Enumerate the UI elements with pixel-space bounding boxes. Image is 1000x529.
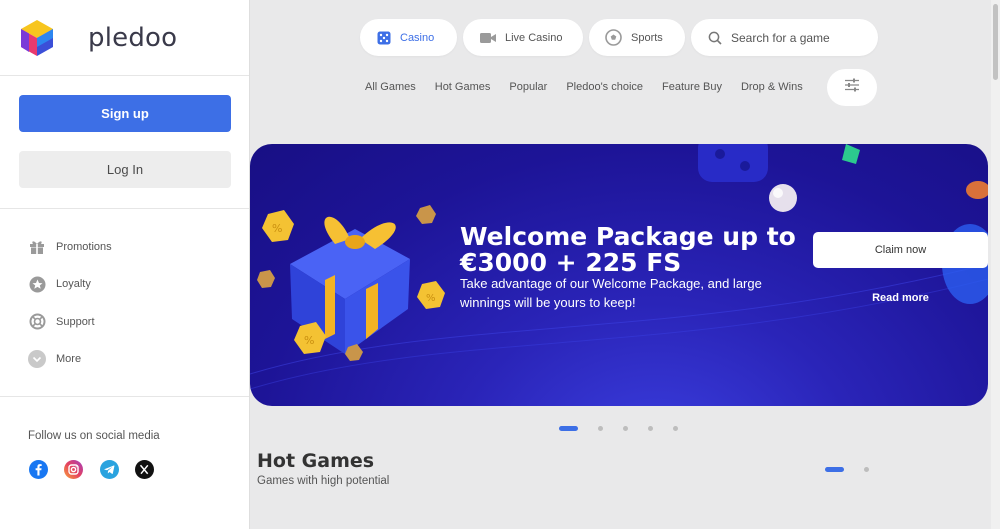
sidebar-item-support[interactable]: Support	[28, 303, 249, 341]
banner-carousel-dots	[559, 426, 698, 431]
auth-section: Sign up Log In	[0, 76, 249, 209]
sidebar-item-more[interactable]: More	[28, 341, 249, 379]
pledoo-logo-icon	[21, 19, 53, 56]
sidebar-item-label: Promotions	[56, 240, 112, 253]
lifebuoy-icon	[28, 313, 46, 331]
banner-title: Welcome Package up to €3000 + 225 FS	[460, 222, 796, 277]
chevron-down-icon	[28, 350, 46, 369]
logo[interactable]: pledoo	[0, 0, 249, 76]
category-hot-games[interactable]: Hot Games	[435, 81, 491, 93]
filter-button[interactable]	[827, 69, 877, 106]
category-pledoos-choice[interactable]: Pledoo's choice	[566, 81, 643, 93]
carousel-dot[interactable]	[598, 426, 603, 431]
soccer-ball-icon	[605, 29, 622, 46]
sliders-icon	[844, 78, 860, 97]
sidebar-item-label: More	[56, 353, 82, 366]
svg-text:%: %	[426, 293, 436, 304]
svg-text:%: %	[272, 222, 282, 235]
search-icon	[708, 31, 722, 45]
search-input[interactable]: Search for a game	[691, 19, 878, 56]
claim-now-button[interactable]: Claim now	[813, 232, 988, 268]
read-more-link[interactable]: Read more	[813, 292, 988, 304]
sidebar-item-label: Loyalty	[56, 278, 91, 291]
sidebar-item-promotions[interactable]: Promotions	[28, 228, 249, 266]
video-camera-icon	[480, 32, 496, 44]
svg-text:%: %	[304, 334, 314, 347]
scrollbar-thumb[interactable]	[993, 4, 998, 80]
category-drop-wins[interactable]: Drop & Wins	[741, 81, 803, 93]
login-button[interactable]: Log In	[19, 151, 231, 188]
carousel-dot[interactable]	[559, 426, 578, 431]
social-title: Follow us on social media	[28, 430, 160, 442]
page-scrollbar[interactable]	[991, 0, 1000, 529]
carousel-dot[interactable]	[673, 426, 678, 431]
instagram-icon[interactable]	[64, 459, 84, 479]
x-icon[interactable]	[135, 459, 155, 479]
sidebar-item-loyalty[interactable]: Loyalty	[28, 266, 249, 304]
category-popular[interactable]: Popular	[509, 81, 547, 93]
sidebar-menu: Promotions Loyalty Support More	[0, 209, 249, 397]
gift-icon	[28, 238, 46, 256]
hot-games-pagination	[825, 467, 889, 472]
telegram-icon[interactable]	[99, 459, 119, 479]
sidebar-item-label: Support	[56, 315, 95, 328]
tab-live-casino[interactable]: Live Casino	[463, 19, 583, 56]
category-all-games[interactable]: All Games	[365, 81, 416, 93]
tab-sports[interactable]: Sports	[589, 19, 685, 56]
banner-text: Take advantage of our Welcome Package, a…	[460, 276, 762, 310]
facebook-icon[interactable]	[28, 459, 48, 479]
tab-sports-label: Sports	[631, 31, 663, 44]
signup-button[interactable]: Sign up	[19, 95, 231, 132]
category-feature-buy[interactable]: Feature Buy	[662, 81, 722, 93]
tab-casino[interactable]: Casino	[360, 19, 457, 56]
promo-banner[interactable]: % % % Welcome Package up to €3000 + 225 …	[250, 144, 988, 406]
search-placeholder: Search for a game	[731, 30, 830, 45]
tab-live-casino-label: Live Casino	[505, 31, 563, 44]
tab-casino-label: Casino	[400, 31, 435, 44]
brand-name: pledoo	[88, 22, 178, 53]
pagination-dot[interactable]	[864, 467, 869, 472]
dice-icon	[377, 31, 391, 45]
hot-games-subtitle: Games with high potential	[257, 475, 390, 487]
social-section: Follow us on social media	[0, 397, 249, 479]
carousel-dot[interactable]	[648, 426, 653, 431]
carousel-dot[interactable]	[623, 426, 628, 431]
hot-games-title: Hot Games	[257, 450, 375, 472]
pagination-dot[interactable]	[825, 467, 844, 472]
star-icon	[28, 275, 46, 293]
sidebar: pledoo Sign up Log In Promotions Loyalty…	[0, 0, 250, 529]
category-nav: All Games Hot Games Popular Pledoo's cho…	[365, 81, 822, 93]
